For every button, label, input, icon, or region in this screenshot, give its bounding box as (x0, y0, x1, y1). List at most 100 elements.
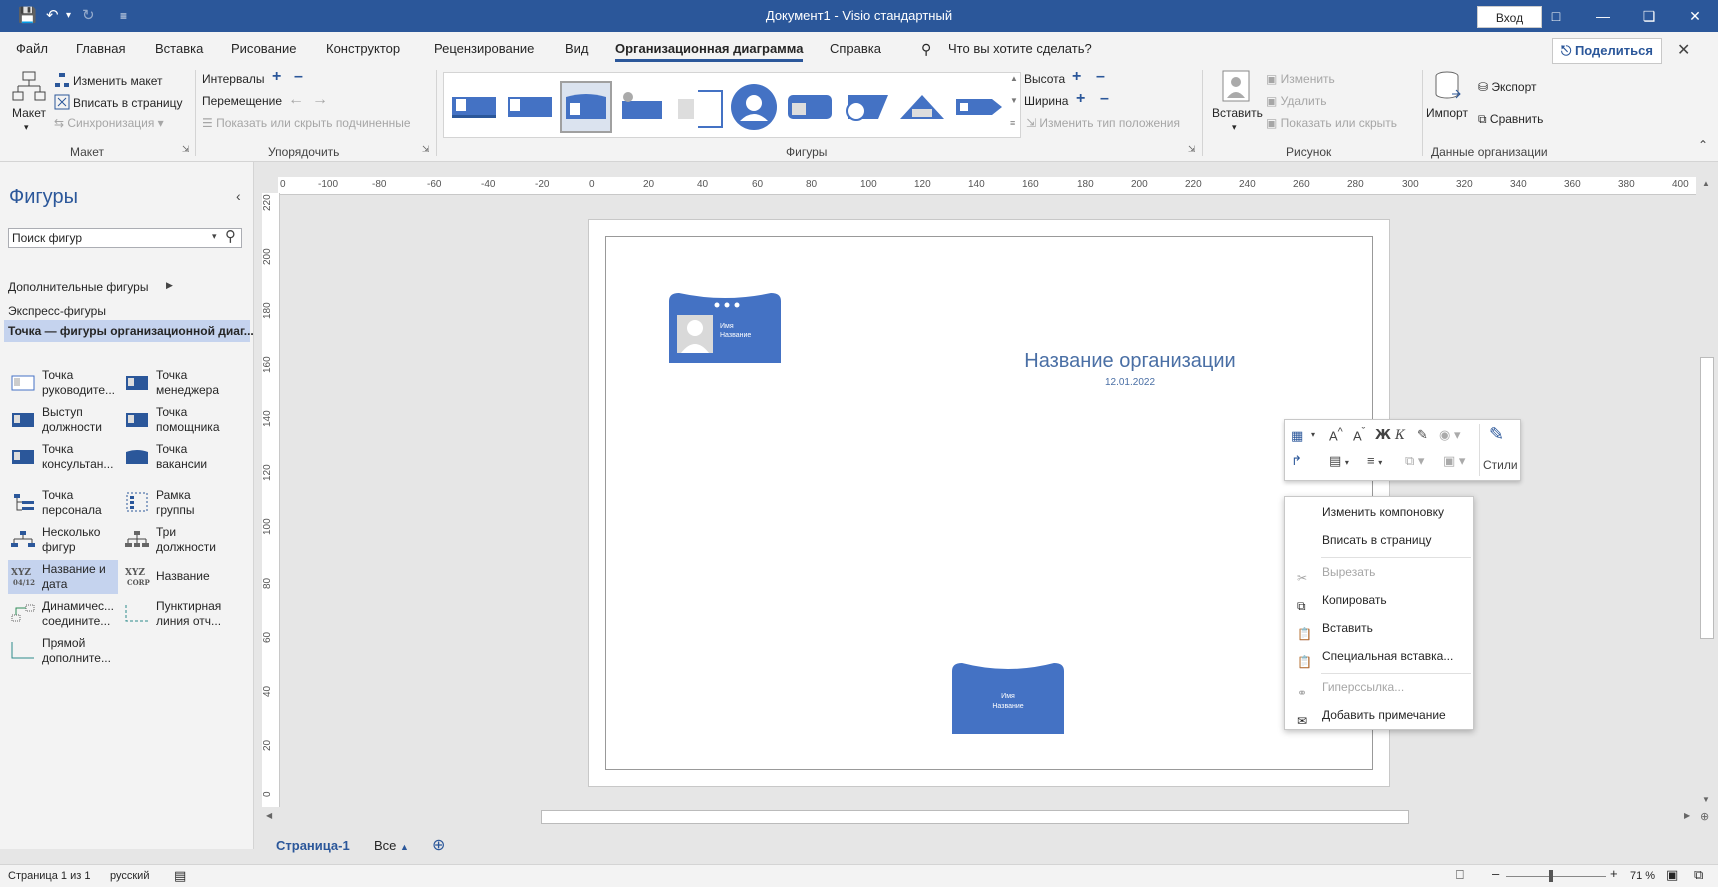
search-icon[interactable]: ⚲ (225, 227, 236, 245)
format-painter-icon[interactable]: ✎ (1417, 427, 1428, 443)
tab-file[interactable]: Файл (16, 41, 48, 56)
delete-picture-button[interactable]: ▣ Удалить (1266, 94, 1327, 108)
gallery-style-8[interactable] (840, 81, 892, 133)
page-tab-1[interactable]: Страница-1 (276, 838, 350, 853)
italic-button[interactable]: К (1395, 428, 1405, 443)
stencil-title[interactable]: XYZ CORP Название (122, 560, 232, 594)
group-shapes-icon[interactable]: ▣ ▾ (1443, 453, 1465, 469)
zoom-level[interactable]: 71 % (1630, 870, 1655, 882)
search-dropdown-icon[interactable]: ▾ (212, 231, 217, 242)
gallery-style-3-selected[interactable] (560, 81, 612, 133)
arrange-dialog-launcher-icon[interactable]: ⇲ (422, 144, 430, 155)
org-chart-date[interactable]: 12.01.2022 (1000, 377, 1260, 388)
compare-button[interactable]: ⧉ Сравнить (1478, 112, 1543, 127)
close-ribbon-pane-icon[interactable]: ✕ (1677, 40, 1690, 60)
stencil-title-and-date[interactable]: XYZ 04/12 Название и дата (8, 560, 118, 594)
connector-icon[interactable]: ↱ (1291, 453, 1302, 469)
menu-item-fit-page[interactable]: Вписать в страницу (1285, 527, 1473, 553)
tab-org-chart[interactable]: Организационная диаграмма (615, 41, 804, 62)
layout-dropdown-icon[interactable]: ▾ (24, 122, 29, 133)
page-indicator[interactable]: Страница 1 из 1 (8, 870, 90, 882)
stencil-consultant-point[interactable]: Точка консультан... (8, 440, 118, 474)
language-indicator[interactable]: русский (110, 870, 149, 882)
switch-windows-icon[interactable]: ⧉ (1694, 867, 1703, 883)
gallery-up-icon[interactable]: ▲ (1010, 74, 1018, 83)
collapse-ribbon-icon[interactable]: ⌃ (1698, 138, 1708, 152)
active-stencil-tab[interactable]: Точка — фигуры организационной диаг... (4, 320, 254, 342)
zoom-out-icon[interactable]: – (1492, 866, 1499, 881)
org-shape-manager[interactable]: Имя Название (669, 293, 781, 363)
minimize-button[interactable]: — (1580, 0, 1626, 32)
grow-font-icon[interactable]: A^ (1329, 426, 1343, 443)
layout-icon[interactable] (12, 70, 46, 104)
align-text-icon[interactable]: ▤ ▾ (1329, 453, 1349, 469)
layout-button[interactable]: Макет (12, 106, 46, 120)
insert-picture-button[interactable]: Вставить (1212, 106, 1263, 120)
menu-item-paste-special[interactable]: 📋 Специальная вставка... (1285, 643, 1473, 669)
import-button[interactable]: Импорт (1426, 106, 1468, 120)
tab-draw[interactable]: Рисование (231, 41, 296, 56)
align-shapes-icon[interactable]: ≡ ▾ (1367, 453, 1382, 468)
styles-button[interactable]: Стили (1483, 458, 1518, 472)
width-increase-icon[interactable]: + (1076, 90, 1085, 108)
width-decrease-icon[interactable]: – (1100, 90, 1109, 108)
tab-help[interactable]: Справка (830, 41, 881, 56)
scroll-down-icon[interactable]: ▼ (1702, 795, 1710, 804)
stencil-straight-connector[interactable]: Прямой дополните... (8, 634, 118, 668)
stencil-multiple-shapes[interactable]: Несколько фигур (8, 523, 118, 557)
quick-shapes-link[interactable]: Экспресс-фигуры (8, 304, 106, 318)
tab-home[interactable]: Главная (76, 41, 125, 56)
text-box-dropdown-icon[interactable]: ▾ (1311, 430, 1315, 439)
fill-icon[interactable]: ◉ ▾ (1439, 427, 1460, 443)
insert-picture-icon[interactable] (1222, 70, 1250, 102)
layout-dialog-launcher-icon[interactable]: ⇲ (182, 144, 190, 155)
scroll-left-icon[interactable]: ◀ (266, 811, 272, 820)
move-right-icon[interactable]: → (312, 91, 328, 109)
horizontal-scrollbar[interactable]: ◀ ▶ (262, 808, 1698, 826)
stencil-group-frame[interactable]: Рамка группы (122, 486, 232, 520)
tab-view[interactable]: Вид (565, 41, 589, 56)
maximize-button[interactable]: ❏ (1626, 0, 1672, 32)
stencil-dotted-report-line[interactable]: Пунктирная линия отч... (122, 597, 232, 631)
zoom-slider-thumb[interactable] (1549, 870, 1553, 882)
scroll-right-icon[interactable]: ▶ (1684, 811, 1690, 820)
height-increase-icon[interactable]: + (1072, 68, 1081, 86)
stencil-three-positions[interactable]: Три должности (122, 523, 232, 557)
export-button[interactable]: ⛁ Экспорт (1478, 80, 1536, 94)
menu-item-change-layout[interactable]: Изменить компоновку (1285, 499, 1473, 525)
org-chart-title[interactable]: Название организации (1000, 350, 1260, 373)
styles-icon[interactable]: ✎ (1489, 424, 1504, 445)
import-icon[interactable] (1434, 70, 1462, 102)
gallery-style-10[interactable] (952, 81, 1004, 133)
horizontal-scroll-thumb[interactable] (541, 810, 1409, 824)
stencil-dynamic-connector[interactable]: Динамичес... соедините... (8, 597, 118, 631)
insert-picture-dropdown-icon[interactable]: ▾ (1232, 122, 1237, 133)
bold-button[interactable]: Ж (1375, 428, 1391, 443)
move-left-icon[interactable]: ← (288, 91, 304, 109)
tab-review[interactable]: Рецензирование (434, 41, 534, 56)
gallery-down-icon[interactable]: ▼ (1010, 96, 1018, 105)
zoom-slider-track[interactable] (1506, 876, 1606, 877)
all-pages-button[interactable]: Все ▲ (374, 838, 409, 853)
change-position-type-button[interactable]: ⇲ Изменить тип положения (1026, 116, 1180, 130)
gallery-more-icon[interactable]: ≡ (1010, 118, 1015, 128)
shrink-font-icon[interactable]: Aˇ (1353, 426, 1365, 443)
gallery-style-4[interactable] (616, 81, 668, 133)
show-hide-picture-button[interactable]: ▣ Показать или скрыть (1266, 116, 1397, 130)
macro-icon[interactable]: ▤ (174, 868, 186, 884)
tell-me-input[interactable]: Что вы хотите сделать? (948, 41, 1092, 56)
menu-item-cut[interactable]: ✂ Вырезать (1285, 559, 1473, 585)
stencil-staff-point[interactable]: Точка персонала (8, 486, 118, 520)
change-layout-button[interactable]: Изменить макет (54, 72, 163, 88)
collapse-panel-icon[interactable]: ‹ (236, 188, 241, 204)
presentation-mode-icon[interactable]: ⎕ (1456, 867, 1464, 883)
ribbon-display-options-icon[interactable]: □ (1533, 0, 1579, 32)
text-box-icon[interactable]: ▦ (1291, 428, 1303, 444)
sync-button[interactable]: ⇆ Синхронизация ▾ (54, 116, 164, 130)
stencil-position-tab[interactable]: Выступ должности (8, 403, 118, 437)
scroll-up-icon[interactable]: ▲ (1702, 179, 1710, 188)
vertical-scrollbar[interactable]: ▲ ▼ (1698, 177, 1716, 807)
bring-front-icon[interactable]: ⧉ ▾ (1405, 453, 1424, 469)
shapes-dialog-launcher-icon[interactable]: ⇲ (1188, 144, 1196, 155)
menu-item-copy[interactable]: ⧉ Копировать (1285, 587, 1473, 613)
